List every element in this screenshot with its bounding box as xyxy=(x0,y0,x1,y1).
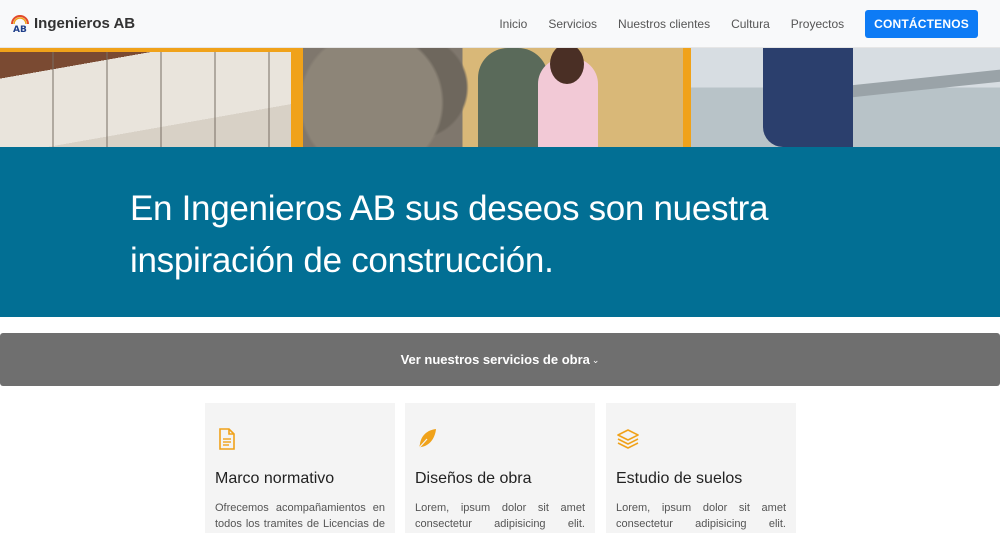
brand[interactable]: AB Ingenieros AB xyxy=(10,12,135,34)
service-card-text: Lorem, ipsum dolor sit amet consectetur … xyxy=(415,502,585,530)
service-card-text: Ofrecemos acompañamientos en todos los t… xyxy=(215,502,385,530)
hero-divider xyxy=(683,48,691,147)
hero-photo-materials xyxy=(303,48,683,147)
svg-text:AB: AB xyxy=(13,25,27,34)
hero-headline-band: En Ingenieros AB sus deseos son nuestra … xyxy=(0,147,1000,317)
hero-photo-person xyxy=(538,48,598,147)
document-icon xyxy=(219,428,235,450)
nav-links: Inicio Servicios Nuestros clientes Cultu… xyxy=(499,10,978,38)
nav-link-servicios[interactable]: Servicios xyxy=(548,17,597,31)
feather-icon xyxy=(417,429,436,450)
service-card-title: Marco normativo xyxy=(215,470,335,487)
hero-photo-ceiling xyxy=(0,48,303,147)
service-card-title: Estudio de suelos xyxy=(616,470,743,487)
services-toggle-button[interactable]: Ver nuestros servicios de obra ⌄ xyxy=(0,333,1000,386)
hero-headline: En Ingenieros AB sus deseos son nuestra … xyxy=(130,189,769,280)
nav-link-cultura[interactable]: Cultura xyxy=(731,17,770,31)
service-card-marco-normativo[interactable]: Marco normativo Ofrecemos acompañamiento… xyxy=(205,403,395,533)
hero-photo-beam xyxy=(840,69,1000,99)
service-card-title: Diseños de obra xyxy=(415,470,532,487)
layers-icon xyxy=(617,429,639,449)
navbar: AB Ingenieros AB Inicio Servicios Nuestr… xyxy=(0,0,1000,48)
brand-name: Ingenieros AB xyxy=(34,14,136,32)
hero-photo-person xyxy=(763,48,853,147)
ab-logo-icon: AB xyxy=(11,15,29,34)
contact-button[interactable]: CONTÁCTENOS xyxy=(865,10,978,38)
service-card-estudio-de-suelos[interactable]: Estudio de suelos Lorem, ipsum dolor sit… xyxy=(606,403,796,533)
nav-link-inicio[interactable]: Inicio xyxy=(499,17,527,31)
nav-link-proyectos[interactable]: Proyectos xyxy=(791,17,844,31)
hero-photo-worker xyxy=(691,48,1000,147)
chevron-down-icon: ⌄ xyxy=(591,355,600,365)
service-card-disenos-de-obra[interactable]: Diseños de obra Lorem, ipsum dolor sit a… xyxy=(405,403,595,533)
nav-link-nuestros-clientes[interactable]: Nuestros clientes xyxy=(618,17,710,31)
services-toggle-label: Ver nuestros servicios de obra xyxy=(400,352,590,367)
service-card-text: Lorem, ipsum dolor sit amet consectetur … xyxy=(616,502,786,530)
hero-image-strip xyxy=(0,48,1000,147)
